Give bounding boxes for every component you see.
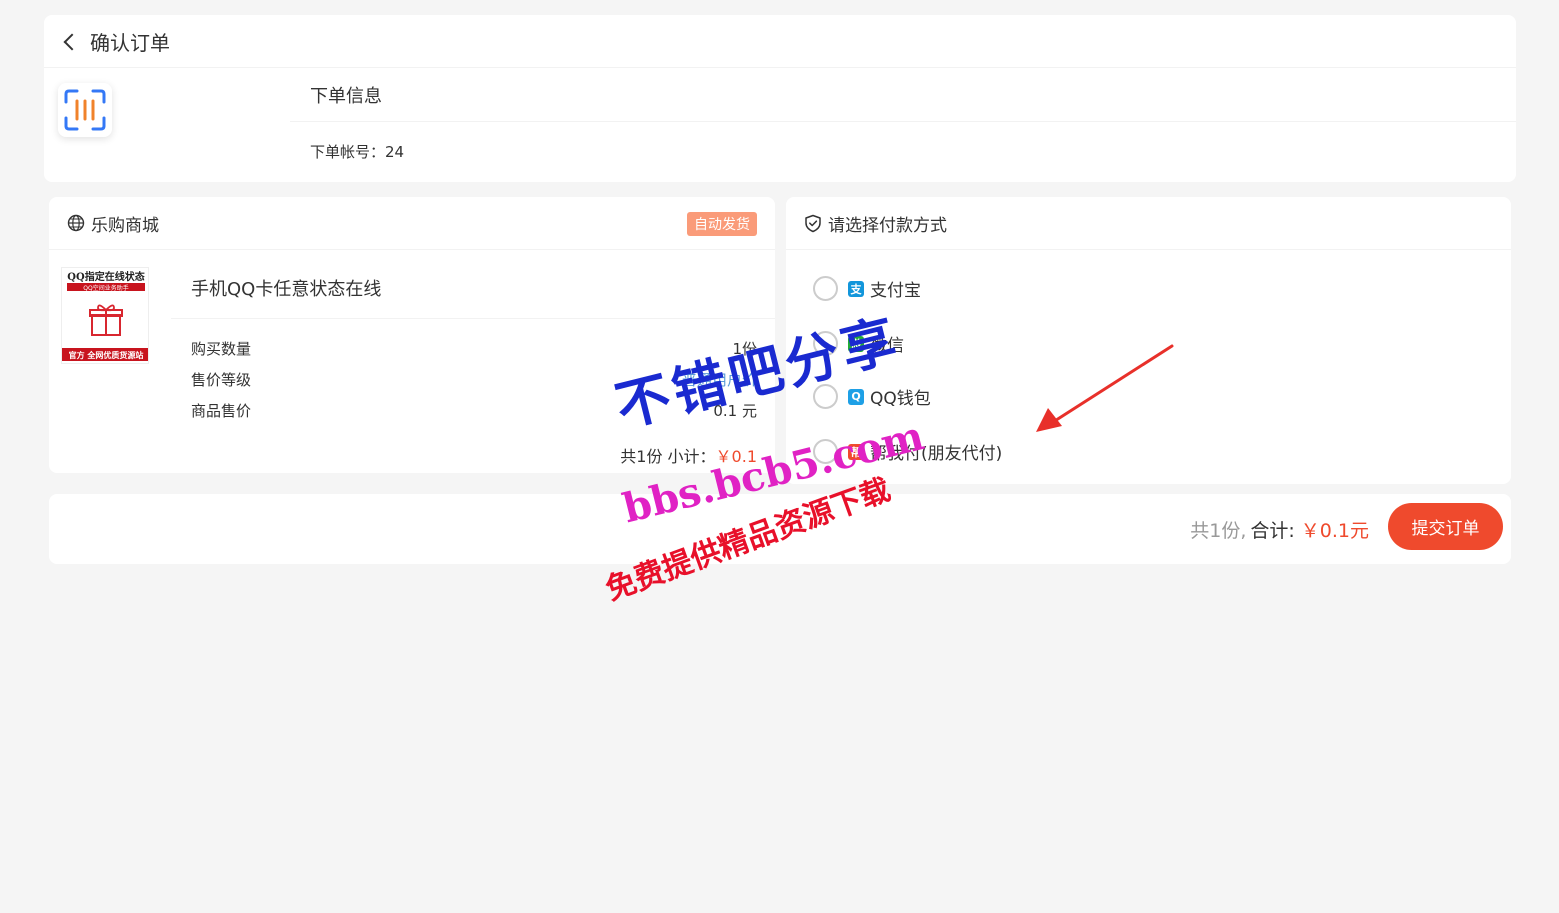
order-account-value: 24 <box>385 143 405 161</box>
prop-level-value: 普通用户价 <box>681 371 757 389</box>
pay-option-label: QQ钱包 <box>870 389 931 409</box>
radio-button[interactable] <box>813 384 838 409</box>
back-arrow-icon[interactable] <box>63 33 81 50</box>
page-header: 确认订单 <box>44 15 1516 68</box>
divider <box>171 318 775 319</box>
order-info-title: 下单信息 <box>310 86 382 107</box>
total-label: 合计: <box>1250 520 1295 542</box>
payment-header: 请选择付款方式 <box>786 197 1511 250</box>
shop-name: 乐购商城 <box>91 215 159 236</box>
product-image-subtitle: QQ空间业务助手 <box>83 284 128 292</box>
divider <box>290 121 1516 122</box>
shop-header: 乐购商城 <box>49 197 775 250</box>
order-account-label: 下单帐号： <box>310 143 386 161</box>
payment-title: 请选择付款方式 <box>828 215 947 236</box>
pay-option-wechat[interactable]: 微 微信 <box>813 331 904 356</box>
pay-option-qq-wallet[interactable]: Q QQ钱包 <box>813 384 931 409</box>
product-image-footer: 官方 全网优质货源站 <box>69 350 144 360</box>
total-amount: ￥0.1元 <box>1300 520 1369 542</box>
submit-order-button[interactable]: 提交订单 <box>1388 503 1503 550</box>
order-account: 下单帐号：24 <box>310 141 404 162</box>
shop-card: 乐购商城 自动发货 QQ指定在线状态 QQ空间业务助手 官方 全网优质货源站 手… <box>49 197 775 473</box>
pay-option-label: 支付宝 <box>870 281 921 301</box>
prop-quantity-label: 购买数量 <box>191 340 252 358</box>
page-title: 确认订单 <box>90 30 170 55</box>
globe-icon <box>67 214 85 232</box>
subtotal-row: 共1份 小计：￥0.1 <box>620 443 757 467</box>
prop-level-label: 售价等级 <box>191 371 252 389</box>
order-info-card: 确认订单 下单信息 下单帐号：24 <box>44 15 1516 182</box>
subtotal-amount: ￥0.1 <box>715 447 757 466</box>
scan-icon <box>58 83 112 137</box>
radio-button[interactable] <box>813 276 838 301</box>
checkout-bar: 共1份, 合计: ￥0.1元 提交订单 <box>49 494 1511 564</box>
prop-price-value: 0.1 元 <box>713 402 757 420</box>
radio-button[interactable] <box>813 331 838 356</box>
product-image-title: QQ指定在线状态 <box>67 270 144 283</box>
wechat-icon: 微 <box>848 335 864 352</box>
friend-pay-icon: 帮 <box>848 443 864 460</box>
pay-option-alipay[interactable]: 支 支付宝 <box>813 276 921 301</box>
pay-option-label: 帮我付(朋友代付) <box>870 444 1003 464</box>
radio-button[interactable] <box>813 439 838 464</box>
payment-card: 请选择付款方式 支 支付宝 微 微信 Q QQ钱包 帮 帮我付(朋友代付) <box>786 197 1511 484</box>
total-count: 共1份, <box>1190 520 1247 542</box>
subtotal-label: 共1份 小计： <box>620 447 716 466</box>
total-row: 共1份, 合计: ￥0.1元 <box>1190 516 1369 543</box>
product-image: QQ指定在线状态 QQ空间业务助手 官方 全网优质货源站 <box>61 267 149 364</box>
pay-option-label: 微信 <box>870 336 904 356</box>
shield-check-icon <box>805 214 821 232</box>
prop-price-label: 商品售价 <box>191 402 252 420</box>
pay-option-friend-pay[interactable]: 帮 帮我付(朋友代付) <box>813 439 1002 464</box>
auto-delivery-badge: 自动发货 <box>687 212 757 236</box>
product-name[interactable]: 手机QQ卡任意状态在线 <box>191 275 381 301</box>
qq-wallet-icon: Q <box>848 388 864 405</box>
prop-quantity-value: 1份 <box>732 340 757 358</box>
alipay-icon: 支 <box>848 280 864 297</box>
